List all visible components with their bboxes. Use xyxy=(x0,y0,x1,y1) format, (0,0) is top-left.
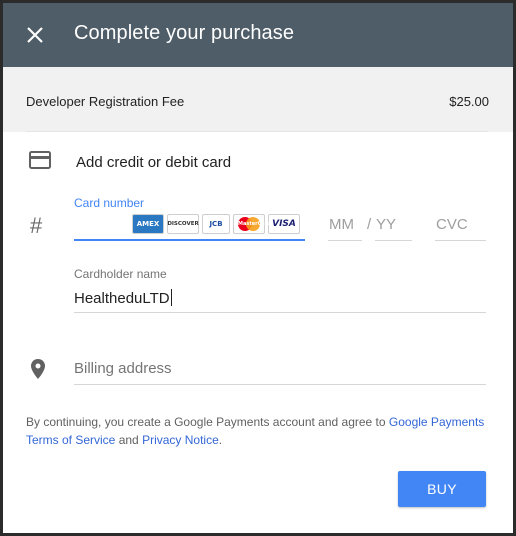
card-logos: AMEX DISCOVER JCB MasterCard VISA xyxy=(132,214,300,236)
location-pin-icon xyxy=(31,359,45,379)
billing-address-input[interactable]: Billing address xyxy=(74,360,172,377)
terms-suffix: . xyxy=(218,433,223,447)
cardholder-underline xyxy=(74,312,486,313)
expiry-year-underline xyxy=(375,240,412,241)
credit-card-icon xyxy=(29,151,51,169)
text-cursor xyxy=(170,289,172,306)
expiry-separator: / xyxy=(367,216,372,233)
discover-logo-icon: DISCOVER xyxy=(167,214,199,234)
visa-logo-icon: VISA xyxy=(268,214,300,234)
billing-underline xyxy=(74,384,486,385)
terms-prefix: By continuing, you create a Google Payme… xyxy=(26,415,389,429)
purchase-dialog: Complete your purchase Developer Registr… xyxy=(3,3,513,533)
terms-text: By continuing, you create a Google Payme… xyxy=(26,413,496,449)
item-label: Developer Registration Fee xyxy=(26,94,185,109)
close-icon[interactable] xyxy=(23,23,47,47)
order-summary: Developer Registration Fee $25.00 xyxy=(3,67,513,132)
privacy-notice-link[interactable]: Privacy Notice xyxy=(142,433,219,447)
buy-button[interactable]: BUY xyxy=(398,471,486,507)
cardholder-label: Cardholder name xyxy=(74,267,167,281)
card-number-input[interactable] xyxy=(74,239,305,241)
cardholder-input[interactable]: HealtheduLTD xyxy=(74,289,172,307)
expiry-month-input[interactable]: MM xyxy=(329,216,354,233)
jcb-logo-icon: JCB xyxy=(202,214,230,234)
add-card-label: Add credit or debit card xyxy=(76,154,232,171)
cvc-input[interactable]: CVC xyxy=(436,216,468,233)
expiry-year-input[interactable]: YY xyxy=(376,216,396,233)
dialog-header: Complete your purchase xyxy=(3,3,513,67)
cvc-underline xyxy=(435,240,486,241)
item-amount: $25.00 xyxy=(449,94,489,109)
card-number-label: Card number xyxy=(74,196,145,210)
amex-logo-icon: AMEX xyxy=(132,214,164,234)
expiry-month-underline xyxy=(328,240,362,241)
page-title: Complete your purchase xyxy=(74,22,295,44)
mastercard-logo-icon: MasterCard xyxy=(233,214,271,234)
hash-icon: # xyxy=(30,213,43,238)
cardholder-value: HealtheduLTD xyxy=(74,290,170,307)
terms-middle: and xyxy=(115,433,143,447)
divider xyxy=(26,131,488,132)
